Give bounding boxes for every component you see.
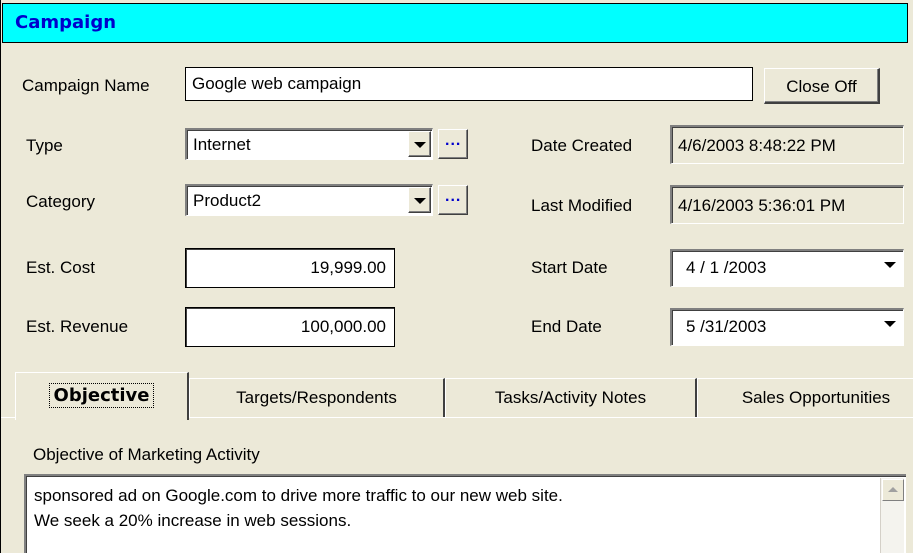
tab-tasks-activity-notes[interactable]: Tasks/Activity Notes: [445, 378, 697, 418]
last-modified-label: Last Modified: [531, 196, 633, 215]
tab-sales-opportunities-label: Sales Opportunities: [741, 388, 891, 407]
est-revenue-label: Est. Revenue: [26, 317, 129, 336]
date-created-label: Date Created: [531, 136, 633, 155]
category-label: Category: [26, 192, 95, 211]
est-cost-input[interactable]: 19,999.00: [185, 248, 395, 288]
tab-tasks-activity-notes-label: Tasks/Activity Notes: [494, 388, 647, 407]
type-lookup-button[interactable]: ...: [438, 129, 468, 159]
tab-divider: [189, 417, 913, 418]
date-created-field: 4/6/2003 8:48:22 PM: [670, 125, 904, 164]
title-bar: Campaign: [2, 3, 908, 43]
est-revenue-input[interactable]: 100,000.00: [185, 307, 395, 347]
est-revenue-value: 100,000.00: [300, 317, 386, 336]
close-off-button[interactable]: Close Off: [764, 68, 880, 104]
end-date-value: 5 /31/2003: [686, 317, 767, 336]
type-label: Type: [26, 136, 63, 155]
type-select[interactable]: Internet: [185, 128, 433, 160]
category-value: Product2: [193, 191, 262, 210]
end-date-picker[interactable]: 5 /31/2003: [670, 308, 904, 346]
last-modified-value: 4/16/2003 5:36:01 PM: [678, 196, 846, 215]
tab-targets-respondents[interactable]: Targets/Respondents: [189, 378, 445, 418]
objective-textarea[interactable]: sponsored ad on Google.com to drive more…: [24, 474, 906, 553]
category-dropdown-icon[interactable]: [408, 187, 431, 213]
objective-line-2: We seek a 20% increase in web sessions.: [34, 511, 352, 530]
objective-line-1: sponsored ad on Google.com to drive more…: [34, 486, 563, 505]
category-lookup-label: ...: [445, 188, 462, 205]
start-date-picker[interactable]: 4 / 1 /2003: [670, 249, 904, 287]
end-date-label: End Date: [531, 317, 602, 336]
start-date-dropdown-icon[interactable]: [879, 252, 902, 284]
tab-strip: Objective Targets/Respondents Tasks/Acti…: [1, 372, 913, 422]
type-lookup-label: ...: [445, 132, 462, 149]
tab-sales-opportunities[interactable]: Sales Opportunities: [697, 378, 913, 418]
scroll-up-icon[interactable]: [882, 479, 904, 501]
campaign-name-value: Google web campaign: [192, 74, 362, 93]
type-value: Internet: [193, 135, 251, 154]
category-select[interactable]: Product2: [185, 184, 433, 216]
campaign-window: Campaign Campaign Name Google web campai…: [0, 0, 913, 553]
start-date-label: Start Date: [531, 258, 608, 277]
est-cost-label: Est. Cost: [26, 258, 95, 277]
tab-objective-label: Objective: [48, 383, 155, 408]
tab-divider: [1, 417, 15, 418]
window-title: Campaign: [15, 12, 117, 33]
last-modified-field: 4/16/2003 5:36:01 PM: [670, 185, 904, 224]
tab-targets-respondents-label: Targets/Respondents: [236, 388, 397, 407]
campaign-name-label: Campaign Name: [22, 76, 150, 95]
end-date-dropdown-icon[interactable]: [879, 311, 902, 343]
close-off-label: Close Off: [786, 77, 857, 96]
tab-objective[interactable]: Objective: [15, 372, 189, 420]
objective-label: Objective of Marketing Activity: [33, 445, 260, 464]
objective-scrollbar[interactable]: [880, 478, 904, 553]
date-created-value: 4/6/2003 8:48:22 PM: [678, 136, 836, 155]
type-dropdown-icon[interactable]: [408, 131, 431, 157]
category-lookup-button[interactable]: ...: [438, 185, 468, 215]
est-cost-value: 19,999.00: [310, 258, 386, 277]
start-date-value: 4 / 1 /2003: [686, 258, 767, 277]
campaign-name-input[interactable]: Google web campaign: [185, 67, 753, 101]
